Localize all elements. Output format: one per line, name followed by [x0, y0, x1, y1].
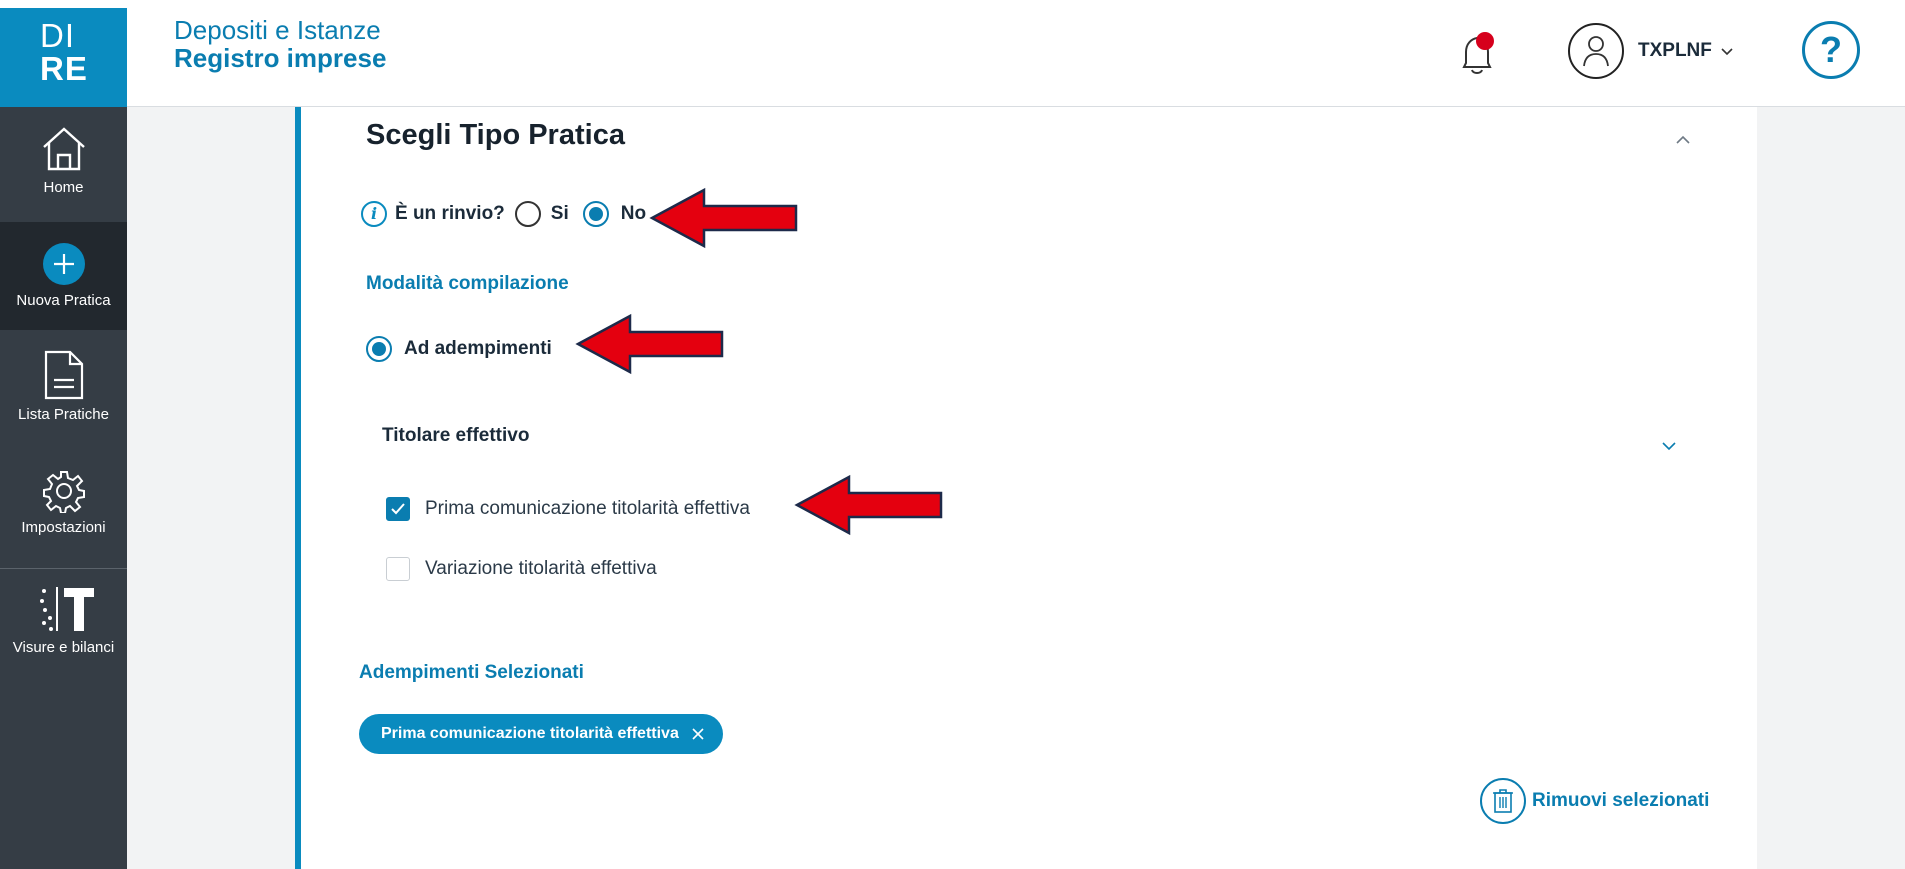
- sidebar-item-label: Visure e bilanci: [12, 639, 115, 656]
- app-title: Depositi e Istanze Registro imprese: [174, 16, 386, 72]
- selected-chip: Prima comunicazione titolarità effettiva: [359, 714, 723, 754]
- home-icon: [42, 127, 85, 171]
- chevron-down-icon[interactable]: [1660, 437, 1678, 455]
- checkbox-checked[interactable]: [386, 497, 410, 521]
- sidebar-item-visure-bilanci[interactable]: Visure e bilanci: [0, 585, 127, 675]
- logo-line-1: DI: [40, 17, 75, 54]
- rinvio-question-label: È un rinvio?: [395, 203, 505, 224]
- titolare-effettivo-heading[interactable]: Titolare effettivo: [382, 425, 529, 447]
- sidebar-item-label: Impostazioni: [21, 519, 106, 536]
- rinvio-no-label: No: [620, 203, 647, 224]
- info-icon[interactable]: i: [361, 201, 387, 227]
- ad-adempimenti-label: Ad adempimenti: [404, 338, 552, 359]
- scegli-tipo-pratica-panel: Scegli Tipo Pratica i È un rinvio? Si No…: [295, 107, 1757, 869]
- ad-adempimenti-option[interactable]: Ad adempimenti: [366, 336, 552, 362]
- chip-label: Prima comunicazione titolarità effettiva: [381, 725, 679, 742]
- user-avatar-icon: [1568, 23, 1624, 79]
- check-icon: [391, 503, 405, 515]
- modalita-compilazione-label: Modalità compilazione: [366, 273, 569, 294]
- user-name: TXPLNF: [1638, 40, 1712, 61]
- help-button[interactable]: ?: [1802, 21, 1860, 79]
- app-header: DI RE Depositi e Istanze Registro impres…: [0, 0, 1905, 107]
- sidebar-item-label: Lista Pratiche: [18, 406, 109, 423]
- notification-bell-icon[interactable]: [1452, 27, 1502, 81]
- app-title-line-1: Depositi e Istanze: [174, 15, 381, 45]
- checkbox-variazione[interactable]: Variazione titolarità effettiva: [386, 557, 657, 581]
- rinvio-no-radio[interactable]: [582, 201, 609, 227]
- annotation-arrow-icon: [794, 474, 943, 536]
- app-title-line-2: Registro imprese: [174, 43, 387, 73]
- chevron-up-icon[interactable]: [1674, 131, 1692, 149]
- sidebar-item-label: Home: [43, 179, 84, 196]
- adempimenti-selezionati-label: Adempimenti Selezionati: [359, 662, 584, 683]
- user-menu[interactable]: TXPLNF: [1568, 20, 1734, 82]
- trash-icon: [1480, 778, 1526, 824]
- chevron-down-icon: [1721, 48, 1733, 56]
- close-icon[interactable]: [691, 727, 705, 741]
- sidebar-item-label: Nuova Pratica: [16, 292, 111, 309]
- sidebar-item-lista-pratiche[interactable]: Lista Pratiche: [0, 350, 127, 440]
- plus-circle-icon: [42, 243, 85, 285]
- sidebar-divider: [0, 568, 127, 569]
- checkbox-prima-comunicazione[interactable]: Prima comunicazione titolarità effettiva: [386, 497, 750, 521]
- rinvio-si-radio[interactable]: [514, 201, 541, 227]
- checkbox-unchecked[interactable]: [386, 557, 410, 581]
- annotation-arrow-icon: [575, 313, 724, 375]
- sidebar-item-nuova-pratica[interactable]: Nuova Pratica: [0, 222, 127, 330]
- visure-logo-icon: [39, 587, 94, 631]
- sidebar-item-home[interactable]: Home: [0, 125, 127, 209]
- dire-logo[interactable]: DI RE: [0, 8, 127, 107]
- rimuovi-selezionati-label: Rimuovi selezionati: [1532, 790, 1710, 811]
- annotation-arrow-icon: [649, 187, 798, 249]
- sidebar: Home Nuova Pratica Lista Pratiche Impost…: [0, 107, 127, 869]
- ad-adempimenti-radio[interactable]: [366, 336, 392, 362]
- checkbox-label: Variazione titolarità effettiva: [425, 558, 657, 579]
- sidebar-item-impostazioni[interactable]: Impostazioni: [0, 469, 127, 554]
- rimuovi-selezionati-button[interactable]: Rimuovi selezionati: [1480, 778, 1709, 824]
- gear-icon: [42, 471, 85, 513]
- page-title: Scegli Tipo Pratica: [366, 119, 625, 151]
- logo-line-2: RE: [40, 50, 88, 87]
- rinvio-si-label: Si: [550, 203, 569, 224]
- rinvio-question-row: i È un rinvio? Si No: [361, 199, 646, 229]
- checkbox-label: Prima comunicazione titolarità effettiva: [425, 498, 750, 519]
- document-icon: [44, 350, 83, 400]
